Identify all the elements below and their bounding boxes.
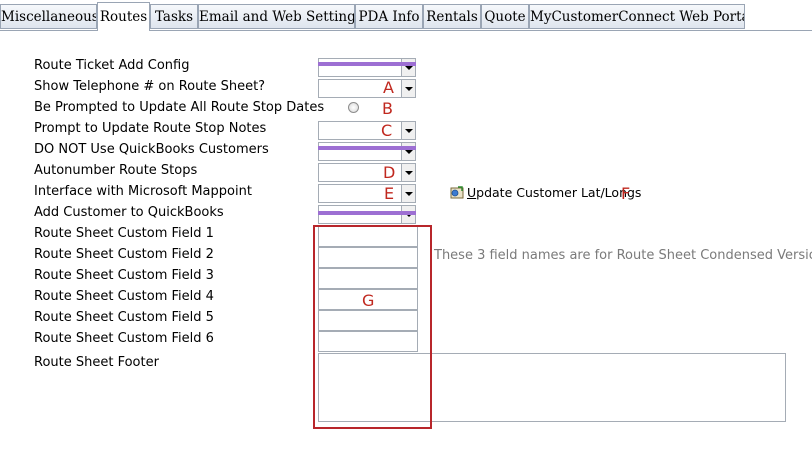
highlight-bar — [318, 146, 416, 150]
label-custom-field-1: Route Sheet Custom Field 1 — [34, 226, 214, 241]
annotation-b: B — [382, 99, 393, 118]
tab-mycustomerconnect[interactable]: MyCustomerConnect Web Portal — [529, 4, 745, 29]
dropdown-button[interactable] — [401, 164, 415, 181]
route-ticket-add-config-select[interactable] — [318, 58, 416, 77]
globe-arrow-icon — [450, 186, 464, 199]
chevron-down-icon — [405, 150, 413, 154]
chevron-down-icon — [405, 129, 413, 133]
annotation-a: A — [383, 78, 394, 97]
update-link-text: pdate Customer Lat/Longs — [476, 185, 642, 200]
label-route-ticket-add-config: Route Ticket Add Config — [34, 58, 190, 73]
tab-rentals[interactable]: Rentals — [423, 4, 481, 29]
label-route-sheet-footer: Route Sheet Footer — [34, 355, 159, 370]
dropdown-button[interactable] — [401, 185, 415, 202]
tab-routes[interactable]: Routes — [97, 2, 150, 31]
label-custom-field-5: Route Sheet Custom Field 5 — [34, 310, 214, 325]
label-add-customer-qb: Add Customer to QuickBooks — [34, 205, 224, 220]
do-not-use-qb-select[interactable] — [318, 142, 416, 161]
annotation-d: D — [383, 163, 396, 182]
mappoint-select[interactable] — [318, 184, 416, 203]
chevron-down-icon — [405, 192, 413, 196]
label-autonumber: Autonumber Route Stops — [34, 163, 198, 178]
tab-quote[interactable]: Quote — [481, 4, 529, 29]
tab-bar: Miscellaneous Routes Tasks Email and Web… — [0, 0, 812, 31]
autonumber-select[interactable] — [318, 163, 416, 182]
label-prompt-update-notes: Prompt to Update Route Stop Notes — [34, 121, 267, 136]
annotation-e: E — [384, 184, 395, 203]
annotation-c: C — [381, 121, 393, 140]
label-prompt-update-dates: Be Prompted to Update All Route Stop Dat… — [34, 100, 325, 115]
chevron-down-icon — [405, 171, 413, 175]
tab-miscellaneous[interactable]: Miscellaneous — [0, 4, 97, 29]
tab-tasks[interactable]: Tasks — [150, 4, 198, 29]
label-do-not-use-qb: DO NOT Use QuickBooks Customers — [34, 142, 269, 157]
highlight-bar — [318, 62, 416, 66]
label-custom-field-4: Route Sheet Custom Field 4 — [34, 289, 214, 304]
condensed-version-note: These 3 field names are for Route Sheet … — [434, 248, 812, 263]
label-mappoint: Interface with Microsoft Mappoint — [34, 184, 252, 199]
label-custom-field-3: Route Sheet Custom Field 3 — [34, 268, 214, 283]
highlight-bar — [318, 211, 416, 215]
annotation-highlight-box — [313, 225, 432, 429]
tab-pda-info[interactable]: PDA Info — [355, 4, 423, 29]
label-custom-field-2: Route Sheet Custom Field 2 — [34, 247, 214, 262]
update-link-accel: U — [467, 185, 477, 200]
chevron-down-icon — [405, 66, 413, 70]
prompt-update-dates-radio[interactable] — [348, 102, 359, 113]
update-customer-latlongs-button[interactable]: Update Customer Lat/Longs — [449, 185, 641, 200]
dropdown-button[interactable] — [401, 80, 415, 97]
prompt-update-notes-select[interactable] — [318, 121, 416, 140]
dropdown-button[interactable] — [401, 122, 415, 139]
chevron-down-icon — [405, 87, 413, 91]
label-custom-field-6: Route Sheet Custom Field 6 — [34, 331, 214, 346]
show-telephone-select[interactable] — [318, 79, 416, 98]
tab-email-web-settings[interactable]: Email and Web Settings — [198, 4, 355, 29]
label-show-telephone: Show Telephone # on Route Sheet? — [34, 79, 266, 94]
annotation-f: F — [621, 184, 631, 203]
